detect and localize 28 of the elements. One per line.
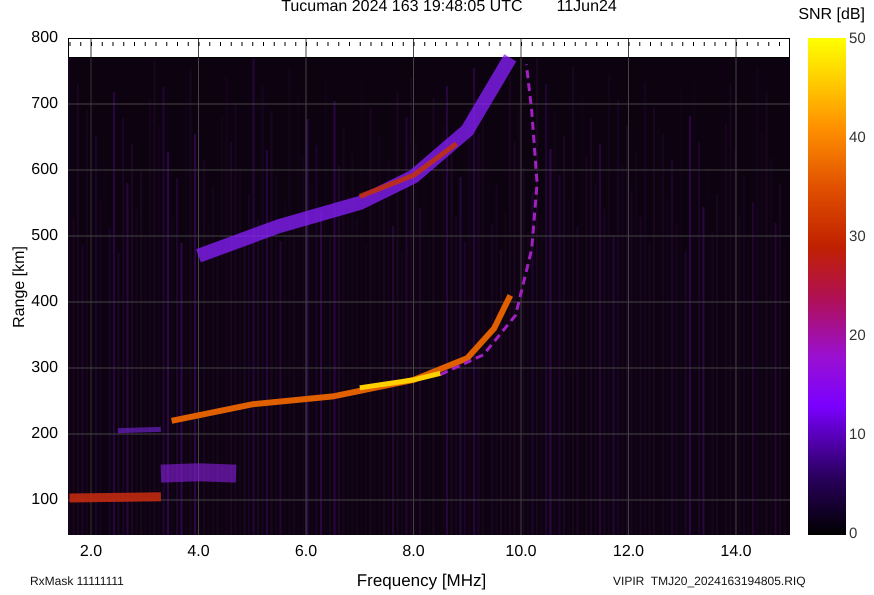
- colorbar-tick-label: 0: [849, 526, 858, 541]
- x-tick-label: 2.0: [80, 543, 102, 561]
- y-tick-label: 200: [31, 426, 58, 442]
- colorbar-tick-label: 30: [849, 229, 866, 244]
- x-tick-label: 10.0: [505, 543, 537, 561]
- colorbar-tick-label: 10: [849, 427, 866, 442]
- x-tick-label: 14.0: [720, 543, 752, 561]
- file-name-text: VIPIR TMJ20_2024163194805.RIQ: [612, 574, 807, 588]
- x-tick-label: 12.0: [612, 543, 644, 561]
- colorbar-tick-label: 40: [849, 130, 866, 145]
- x-tick-label: 6.0: [294, 543, 318, 561]
- plot-date: 11Jun24: [556, 0, 617, 17]
- x-tick-label: 8.0: [402, 543, 425, 561]
- x-tick-label: 4.0: [187, 543, 210, 561]
- y-tick-label: 400: [31, 294, 58, 310]
- x-axis-label: Frequency [MHz]: [356, 571, 486, 591]
- y-axis-label: Range [km]: [11, 245, 29, 330]
- colorbar-tick-label: 50: [849, 31, 866, 46]
- y-tick-label: 700: [31, 96, 58, 112]
- colorbar-label: SNR [dB]: [798, 6, 865, 24]
- plot-title: Tucuman 2024 163 19:48:05 UTC: [281, 0, 523, 17]
- y-tick-label: 500: [31, 228, 58, 244]
- y-tick-label: 300: [31, 360, 58, 376]
- rx-mask-text: RxMask 11111111: [30, 574, 125, 588]
- y-tick-label: 600: [31, 162, 58, 178]
- colorbar-tick-label: 20: [849, 328, 866, 343]
- y-tick-label: 100: [31, 492, 58, 508]
- y-tick-label: 800: [31, 30, 58, 46]
